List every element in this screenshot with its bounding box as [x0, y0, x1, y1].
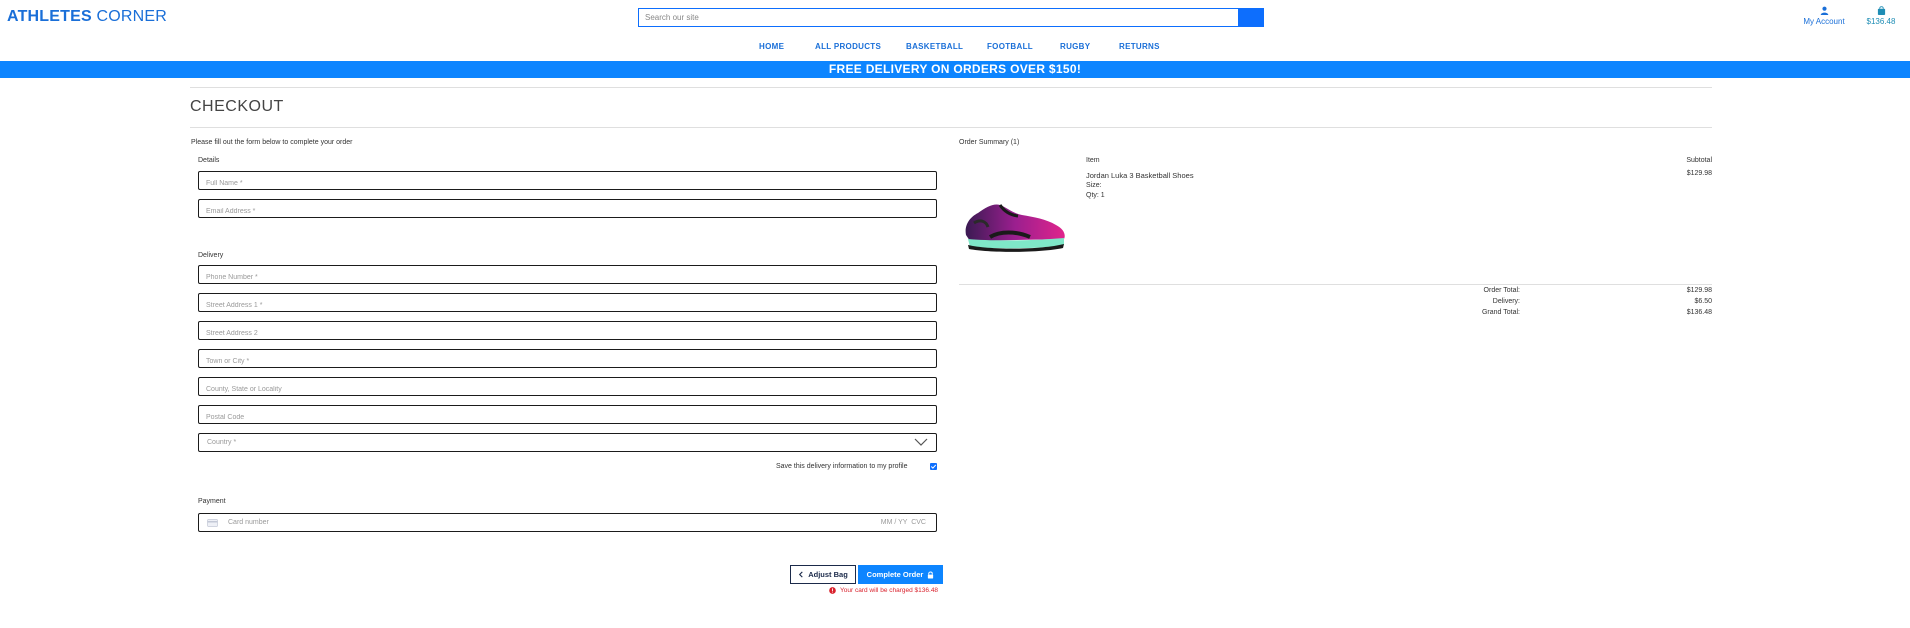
divider-title: [190, 127, 1712, 128]
chevron-left-icon: [799, 571, 803, 578]
phone-input[interactable]: [199, 269, 936, 286]
details-legend: Details: [198, 157, 220, 164]
nav-rugby[interactable]: RUGBY: [1060, 42, 1090, 51]
country-select[interactable]: Country *: [198, 433, 937, 452]
free-delivery-banner: FREE DELIVERY ON ORDERS OVER $150!: [0, 61, 1910, 78]
shopping-bag-icon: [1877, 6, 1885, 15]
product-subtotal: $129.98: [1686, 170, 1712, 177]
postcode-input[interactable]: [199, 409, 936, 426]
delivery-label: Delivery:: [1492, 298, 1520, 305]
street-address-2-field[interactable]: [198, 321, 937, 342]
my-account-link[interactable]: My Account: [1794, 6, 1854, 27]
street-address-1-field[interactable]: [198, 293, 937, 314]
phone-field[interactable]: [198, 265, 937, 286]
search-bar: [638, 8, 1264, 27]
card-element[interactable]: Card number MM / YY CVC: [198, 513, 937, 532]
street-address-2-input[interactable]: [199, 325, 936, 342]
complete-order-button[interactable]: Complete Order: [858, 565, 943, 584]
card-expiry-cvc-placeholder: MM / YY CVC: [880, 519, 926, 526]
product-name: Jordan Luka 3 Basketball Shoes: [1086, 171, 1194, 180]
bag-total: $136.48: [1866, 17, 1896, 26]
exclamation-circle-icon: [829, 587, 836, 594]
full-name-field[interactable]: [198, 171, 937, 192]
grand-total-value: $136.48: [1686, 309, 1712, 316]
grand-total-label: Grand Total:: [1481, 309, 1520, 316]
delivery-legend: Delivery: [198, 252, 224, 259]
nav-football[interactable]: FOOTBALL: [987, 42, 1033, 51]
user-icon: [1820, 6, 1828, 15]
checkmark-icon: [930, 464, 937, 469]
adjust-bag-label: Adjust Bag: [808, 570, 848, 579]
col-subtotal-header: Subtotal: [1686, 157, 1712, 164]
country-select-value: Country *: [207, 439, 237, 446]
street-address-1-input[interactable]: [199, 297, 936, 314]
adjust-bag-button[interactable]: Adjust Bag: [790, 565, 856, 584]
divider-top: [190, 87, 1712, 88]
charge-warning: Your card will be charged $136.48: [829, 587, 938, 594]
order-total-label: Order Total:: [1483, 287, 1520, 294]
nav-home[interactable]: HOME: [759, 42, 784, 51]
product-image[interactable]: [960, 195, 1068, 253]
logo-part-2: CORNER: [96, 8, 168, 25]
town-input[interactable]: [199, 353, 936, 370]
order-summary-heading: Order Summary (1): [959, 139, 1020, 146]
card-number-placeholder: Card number: [228, 519, 269, 526]
search-input[interactable]: [639, 9, 1238, 26]
form-intro: Please fill out the form below to comple…: [191, 139, 353, 146]
charge-warning-text: Your card will be charged $136.48: [840, 587, 939, 594]
town-field[interactable]: [198, 349, 937, 370]
email-field[interactable]: [198, 199, 937, 220]
nav-returns[interactable]: RETURNS: [1119, 42, 1160, 51]
save-info-label: Save this delivery information to my pro…: [776, 463, 908, 470]
save-info-checkbox[interactable]: [930, 463, 937, 470]
county-field[interactable]: [198, 377, 937, 398]
order-total-value: $129.98: [1686, 287, 1712, 294]
summary-divider: [959, 284, 1712, 285]
complete-order-label: Complete Order: [866, 570, 924, 579]
my-account-label: My Account: [1803, 17, 1845, 26]
col-item-header: Item: [1086, 157, 1100, 164]
postcode-field[interactable]: [198, 405, 937, 426]
logo-part-1: ATHLETES: [7, 8, 92, 25]
page-title: CHECKOUT: [190, 98, 284, 115]
nav-basketball[interactable]: BASKETBALL: [906, 42, 963, 51]
shopping-bag-link[interactable]: $136.48: [1851, 6, 1910, 27]
payment-legend: Payment: [198, 498, 226, 505]
email-input[interactable]: [199, 203, 936, 220]
product-qty: Qty: 1: [1086, 192, 1105, 199]
shoe-image: [965, 204, 1065, 252]
chevron-down-icon: [914, 438, 928, 446]
full-name-input[interactable]: [199, 175, 936, 192]
search-button[interactable]: [1238, 9, 1263, 26]
credit-card-icon: [207, 518, 218, 527]
product-size: Size:: [1086, 182, 1102, 189]
lock-icon: [928, 571, 934, 578]
county-input[interactable]: [199, 381, 936, 398]
nav-all-products[interactable]: ALL PRODUCTS: [815, 42, 881, 51]
site-logo[interactable]: ATHLETES CORNER: [7, 8, 167, 26]
delivery-value: $6.50: [1694, 298, 1712, 305]
